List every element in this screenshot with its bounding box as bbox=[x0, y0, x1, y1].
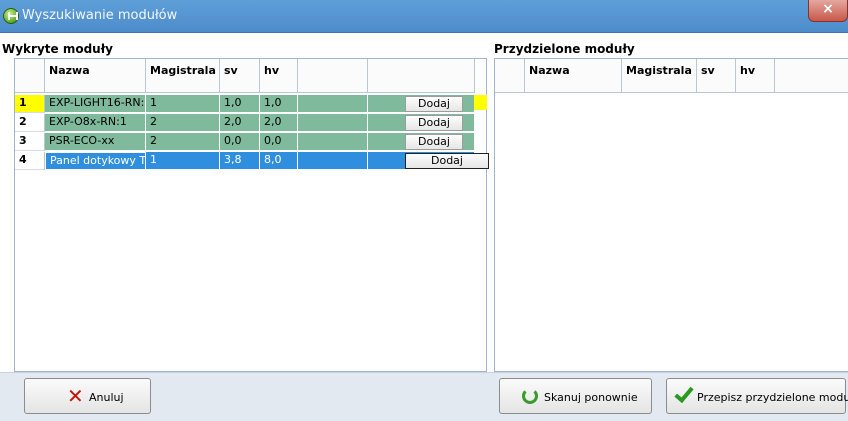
column-header-nazwa[interactable]: Nazwa bbox=[525, 59, 622, 93]
column-header-sv[interactable]: sv bbox=[697, 59, 736, 93]
cell-sv[interactable]: 0,0 bbox=[220, 133, 260, 151]
row-number: 4 bbox=[15, 152, 45, 170]
column-header-hv[interactable]: hv bbox=[260, 59, 298, 93]
window-title: Wyszukiwanie modułów bbox=[22, 8, 178, 23]
table-row-selected[interactable]: 4 Panel dotykowy TP 1 3,8 8,0 Dodaj bbox=[15, 152, 489, 170]
cell-nazwa[interactable]: EXP-LIGHT16-RN:1 bbox=[45, 95, 146, 113]
close-button[interactable]: × bbox=[808, 0, 848, 22]
header-corner bbox=[15, 59, 45, 93]
column-header-empty-1 bbox=[298, 59, 368, 93]
assigned-modules-grid[interactable]: Nazwa Magistrala sv hv bbox=[494, 58, 848, 372]
bottom-toolbar: ✕ Anuluj Skanuj ponownie Przepisz przydz… bbox=[0, 372, 848, 421]
cell-hv[interactable]: 8,0 bbox=[260, 152, 298, 170]
check-icon bbox=[674, 382, 694, 404]
cell-empty bbox=[298, 114, 368, 132]
assign-label: Przepisz przydzielone moduły bbox=[697, 391, 848, 404]
cell-nazwa[interactable]: EXP-O8x-RN:1 bbox=[45, 114, 146, 132]
header-corner bbox=[495, 59, 525, 93]
cancel-label: Anuluj bbox=[89, 391, 124, 404]
cell-empty bbox=[298, 95, 368, 113]
column-header-empty-2 bbox=[368, 59, 475, 93]
cell-empty bbox=[298, 152, 368, 170]
column-header-sv[interactable]: sv bbox=[220, 59, 260, 93]
cancel-button[interactable]: ✕ Anuluj bbox=[24, 378, 151, 414]
detected-modules-grid[interactable]: Nazwa Magistrala sv hv 1 EXP-LIGHT16-RN:… bbox=[14, 58, 489, 372]
rescan-button[interactable]: Skanuj ponownie bbox=[499, 378, 652, 414]
title-bar: Wyszukiwanie modułów × bbox=[0, 0, 848, 33]
refresh-icon bbox=[522, 388, 538, 404]
add-module-button[interactable]: Dodaj bbox=[405, 96, 463, 112]
add-module-button[interactable]: Dodaj bbox=[405, 134, 463, 150]
cell-magistrala[interactable]: 2 bbox=[146, 114, 220, 132]
cell-nazwa[interactable]: PSR-ECO-xx bbox=[45, 133, 146, 151]
cell-hv[interactable]: 1,0 bbox=[260, 95, 298, 113]
column-header-empty bbox=[775, 59, 848, 93]
add-module-button[interactable]: Dodaj bbox=[405, 115, 463, 131]
table-row[interactable]: 1 EXP-LIGHT16-RN:1 1 1,0 1,0 Dodaj bbox=[15, 95, 475, 113]
assigned-modules-title: Przydzielone moduły bbox=[494, 42, 635, 56]
cell-magistrala[interactable]: 1 bbox=[146, 152, 220, 170]
app-icon bbox=[3, 8, 19, 24]
cell-hv[interactable]: 0,0 bbox=[260, 133, 298, 151]
row-indicator-marker bbox=[474, 95, 487, 110]
detected-modules-title: Wykryte moduły bbox=[2, 42, 113, 56]
row-number: 2 bbox=[15, 114, 45, 132]
cell-sv[interactable]: 3,8 bbox=[220, 152, 260, 170]
cell-magistrala[interactable]: 1 bbox=[146, 95, 220, 113]
rescan-label: Skanuj ponownie bbox=[544, 391, 638, 404]
table-row[interactable]: 3 PSR-ECO-xx 2 0,0 0,0 Dodaj bbox=[15, 133, 475, 151]
row-number: 1 bbox=[15, 95, 45, 113]
close-icon: ✕ bbox=[67, 384, 84, 408]
cell-hv[interactable]: 2,0 bbox=[260, 114, 298, 132]
row-number: 3 bbox=[15, 133, 45, 151]
column-header-magistrala[interactable]: Magistrala bbox=[622, 59, 697, 93]
cell-magistrala[interactable]: 2 bbox=[146, 133, 220, 151]
assign-modules-button[interactable]: Przepisz przydzielone moduły bbox=[666, 378, 848, 414]
column-header-magistrala[interactable]: Magistrala bbox=[146, 59, 220, 93]
cell-empty bbox=[298, 133, 368, 151]
cell-sv[interactable]: 2,0 bbox=[220, 114, 260, 132]
table-row[interactable]: 2 EXP-O8x-RN:1 2 2,0 2,0 Dodaj bbox=[15, 114, 475, 132]
cell-sv[interactable]: 1,0 bbox=[220, 95, 260, 113]
cell-nazwa[interactable]: Panel dotykowy TP bbox=[45, 152, 146, 170]
add-module-button[interactable]: Dodaj bbox=[405, 153, 489, 169]
column-header-hv[interactable]: hv bbox=[736, 59, 775, 93]
column-header-nazwa[interactable]: Nazwa bbox=[45, 59, 146, 93]
